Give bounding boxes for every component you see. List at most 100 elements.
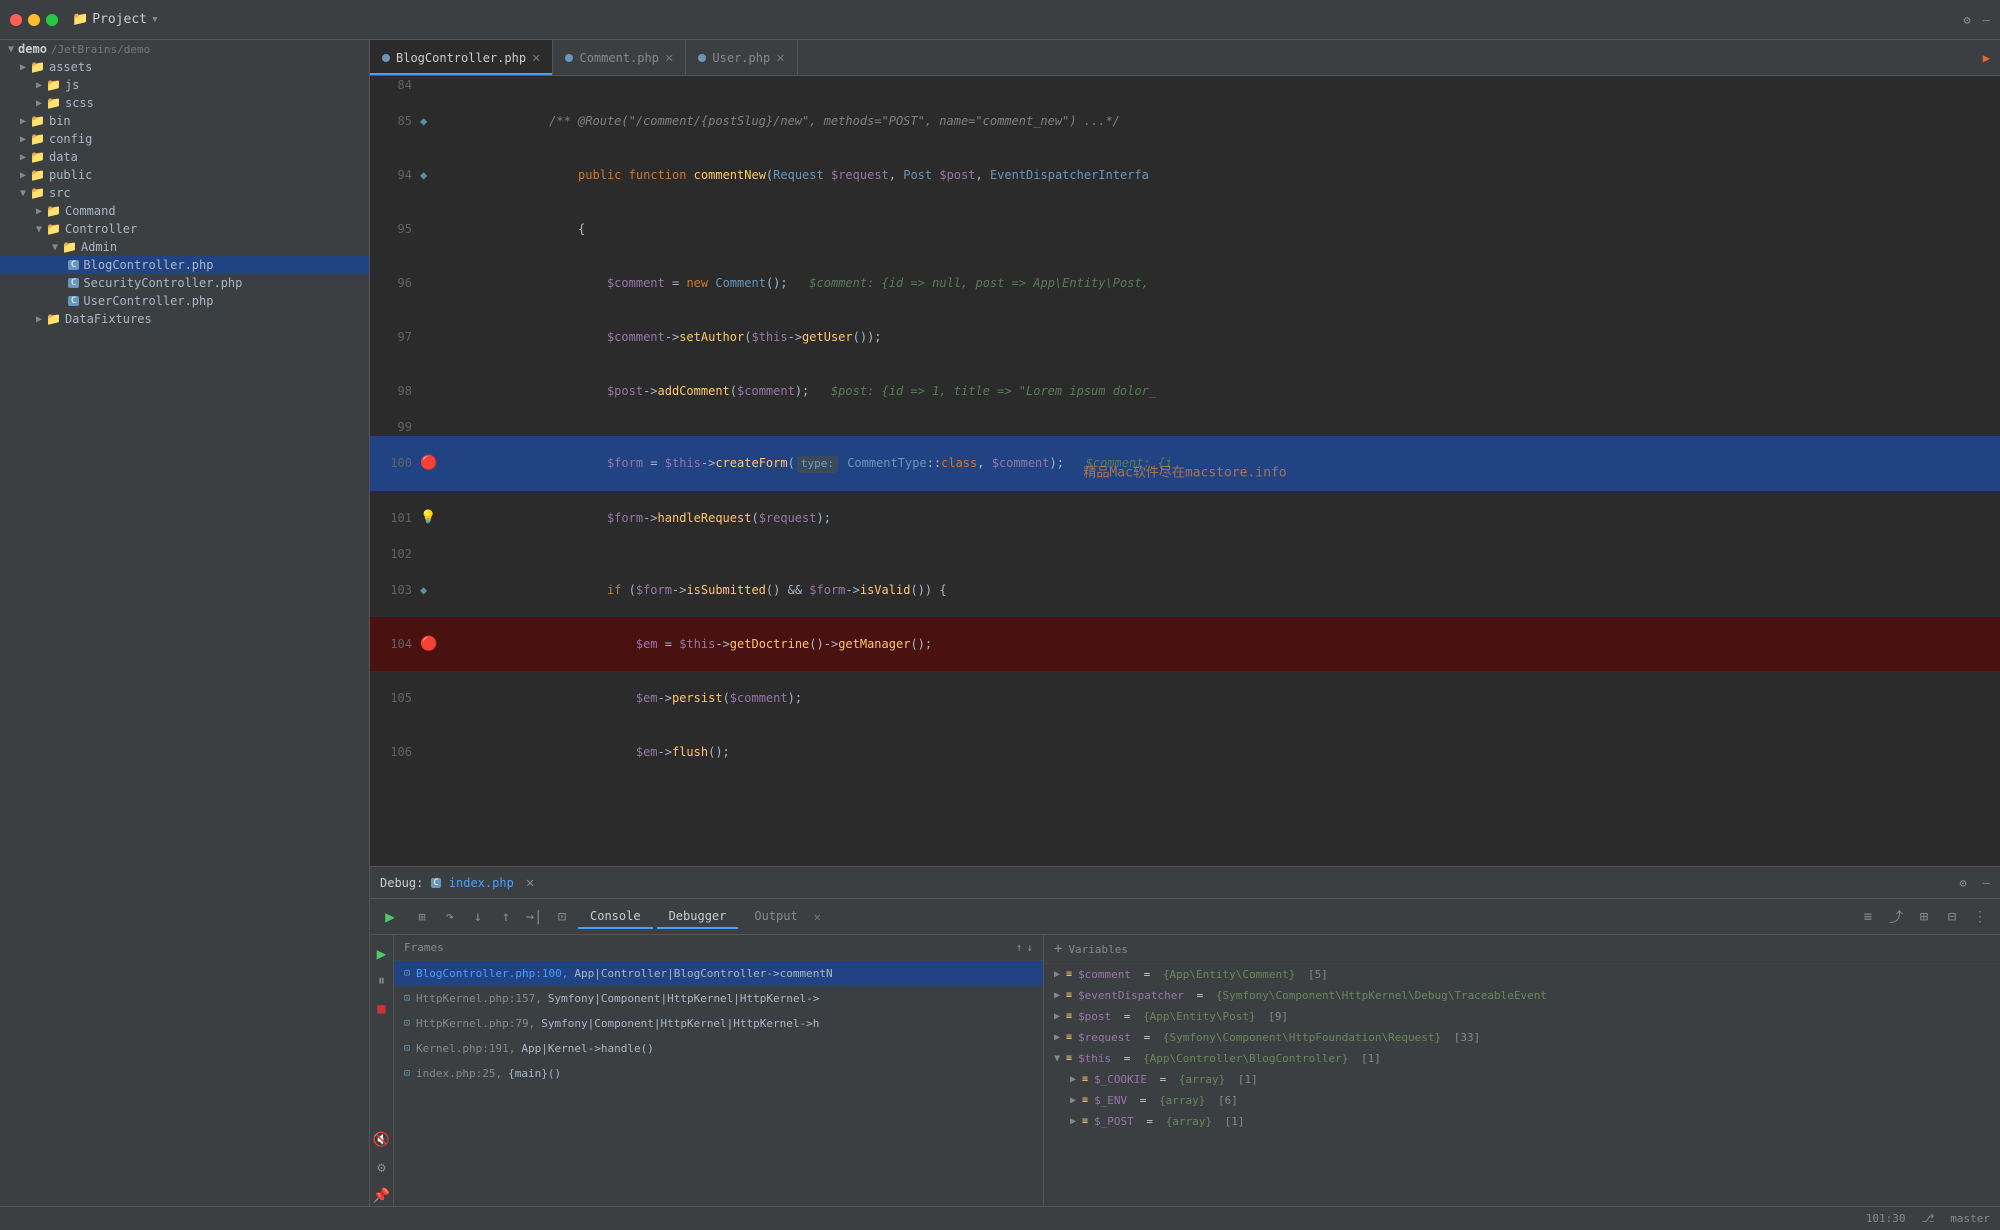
code-content: $em->persist($comment); — [440, 671, 2000, 725]
resume-side-button[interactable]: ▶ — [372, 943, 392, 963]
sidebar-item-assets[interactable]: ▶ 📁 assets — [0, 58, 369, 76]
gutter: 💡 — [420, 491, 440, 545]
code-editor[interactable]: 精品Mac软件尽在macstore.info 84 85 ◆ /** @Rou — [370, 76, 2000, 866]
sidebar-item-controller[interactable]: ▼ 📁 Controller — [0, 220, 369, 238]
frames-down-icon[interactable]: ↓ — [1026, 941, 1033, 954]
line-number: 98 — [370, 364, 420, 418]
jump-icon[interactable]: ⤴ — [1884, 905, 1908, 929]
variable-item[interactable]: ▶ ≡ $eventDispatcher = {Symfony\Componen… — [1044, 985, 2000, 1006]
close-button[interactable] — [10, 14, 22, 26]
tab-close-icon[interactable]: ✕ — [532, 50, 540, 66]
sidebar-item-admin[interactable]: ▼ 📁 Admin — [0, 238, 369, 256]
frames-up-icon[interactable]: ↑ — [1016, 941, 1023, 954]
variable-item[interactable]: ▶ ≡ $comment = {App\Entity\Comment} [5] — [1044, 964, 2000, 985]
debug-right-actions: ≡ ⤴ ⊞ ⊟ ⋮ — [1856, 905, 1992, 929]
debug-tab-close-icon[interactable]: ✕ — [526, 875, 534, 891]
debug-minus-icon[interactable]: — — [1983, 876, 1990, 890]
debug-tab-output[interactable]: Output — [742, 905, 809, 929]
pin-side-icon[interactable]: 📌 — [372, 1186, 392, 1206]
step-over-button[interactable]: ↷ — [438, 905, 462, 929]
tab-bar: BlogController.php ✕ Comment.php ✕ User.… — [370, 40, 2000, 76]
filter-icon[interactable]: ≡ — [1856, 905, 1880, 929]
line-number: 97 — [370, 310, 420, 364]
minimize-button[interactable] — [28, 14, 40, 26]
sidebar-item-js[interactable]: ▶ 📁 js — [0, 76, 369, 94]
step-into-button[interactable]: ↓ — [466, 905, 490, 929]
maximize-button[interactable] — [46, 14, 58, 26]
output-tab-close[interactable]: ✕ — [814, 910, 821, 924]
sidebar-item-src[interactable]: ▼ 📁 src — [0, 184, 369, 202]
minimize-icon[interactable]: — — [1983, 13, 1990, 27]
sidebar-item-config[interactable]: ▶ 📁 config — [0, 130, 369, 148]
tab-label: Comment.php — [579, 51, 658, 65]
tab-user[interactable]: User.php ✕ — [686, 40, 797, 75]
sidebar-item-securitycontroller[interactable]: C SecurityController.php — [0, 274, 369, 292]
step-out-button[interactable]: ↑ — [494, 905, 518, 929]
sidebar-item-label: bin — [49, 114, 71, 128]
run-to-cursor-button[interactable]: →| — [522, 905, 546, 929]
tab-label: BlogController.php — [396, 51, 526, 65]
folder-icon: 📁 — [30, 132, 45, 146]
debug-tab-debugger[interactable]: Debugger — [657, 905, 739, 929]
resume-button[interactable]: ▶ — [378, 905, 402, 929]
sidebar-item-blogcontroller[interactable]: C BlogController.php — [0, 256, 369, 274]
frame-item[interactable]: ⊡ BlogController.php:100, App|Controller… — [394, 961, 1043, 986]
frame-item[interactable]: ⊡ HttpKernel.php:157, Symfony|Component|… — [394, 986, 1043, 1011]
php-file-icon: C — [68, 260, 79, 270]
frame-item[interactable]: ⊡ index.php:25, {main}() — [394, 1061, 1043, 1086]
tab-comment[interactable]: Comment.php ✕ — [553, 40, 686, 75]
sidebar-item-data[interactable]: ▶ 📁 data — [0, 148, 369, 166]
add-watch-icon[interactable]: + — [1054, 941, 1062, 957]
sidebar-root[interactable]: ▼ demo /JetBrains/demo — [0, 40, 369, 58]
php-file-icon: C — [68, 296, 79, 306]
variable-item[interactable]: ▶ ≡ $_POST = {array} [1] — [1044, 1111, 2000, 1132]
folder-icon: 📁 — [62, 240, 77, 254]
var-name: $_COOKIE — [1094, 1073, 1147, 1086]
frame-item[interactable]: ⊡ Kernel.php:191, App|Kernel->handle() — [394, 1036, 1043, 1061]
variable-item[interactable]: ▶ ≡ $this = {App\Controller\BlogControll… — [1044, 1048, 2000, 1069]
settings-side-icon[interactable]: ⚙ — [372, 1158, 392, 1178]
variable-item[interactable]: ▶ ≡ $_ENV = {array} [6] — [1044, 1090, 2000, 1111]
var-type-icon: ≡ — [1082, 1116, 1088, 1127]
debug-left-bar: ▶ ⏸ ■ 🔇 ⚙ 📌 — [370, 935, 394, 1206]
pause-button[interactable]: ⏸ — [372, 971, 392, 991]
evaluate-button[interactable]: ⊡ — [550, 905, 574, 929]
variable-item[interactable]: ▶ ≡ $request = {Symfony\Component\HttpFo… — [1044, 1027, 2000, 1048]
line-number: 95 — [370, 202, 420, 256]
mute-icon[interactable]: 🔇 — [372, 1130, 392, 1150]
folder-icon: 📁 — [30, 150, 45, 164]
var-name: $request — [1078, 1031, 1131, 1044]
tab-blogcontroller[interactable]: BlogController.php ✕ — [370, 40, 553, 75]
tab-close-icon[interactable]: ✕ — [776, 50, 784, 66]
debug-file-link[interactable]: index.php — [449, 876, 514, 890]
sidebar-item-label: Controller — [65, 222, 137, 236]
settings-icon[interactable]: ⚙ — [1964, 13, 1971, 27]
sidebar-item-scss[interactable]: ▶ 📁 scss — [0, 94, 369, 112]
more-icon[interactable]: ⋮ — [1968, 905, 1992, 929]
variable-item[interactable]: ▶ ≡ $post = {App\Entity\Post} [9] — [1044, 1006, 2000, 1027]
sidebar-item-bin[interactable]: ▶ 📁 bin — [0, 112, 369, 130]
pin-icon[interactable]: ⊞ — [1912, 905, 1936, 929]
sidebar-item-datafixtures[interactable]: ▶ 📁 DataFixtures — [0, 310, 369, 328]
code-content: $comment = new Comment(); $comment: {id … — [440, 256, 2000, 310]
table-row: 100 🔴 $form = $this->createForm(type: Co… — [370, 436, 2000, 491]
arrange-icon[interactable]: ⊟ — [1940, 905, 1964, 929]
debug-settings-icon[interactable]: ⚙ — [1960, 876, 1967, 890]
var-type-icon: ≡ — [1066, 990, 1072, 1001]
sidebar-item-public[interactable]: ▶ 📁 public — [0, 166, 369, 184]
table-row: 96 $comment = new Comment(); $comment: {… — [370, 256, 2000, 310]
stop-button[interactable]: ■ — [372, 999, 392, 1019]
frame-item[interactable]: ⊡ HttpKernel.php:79, Symfony|Component|H… — [394, 1011, 1043, 1036]
sidebar-item-usercontroller[interactable]: C UserController.php — [0, 292, 369, 310]
sidebar-item-label: data — [49, 150, 78, 164]
chevron-down-icon[interactable]: ▾ — [151, 12, 159, 27]
line-number: 84 — [370, 76, 420, 94]
tab-close-icon[interactable]: ✕ — [665, 50, 673, 66]
debug-label: Debug: — [380, 876, 423, 890]
gutter — [420, 310, 440, 364]
var-type-icon: ≡ — [1066, 1053, 1072, 1064]
variable-item[interactable]: ▶ ≡ $_COOKIE = {array} [1] — [1044, 1069, 2000, 1090]
sidebar-item-command[interactable]: ▶ 📁 Command — [0, 202, 369, 220]
code-content: $em = $this->getDoctrine()->getManager()… — [440, 617, 2000, 671]
debug-tab-console[interactable]: Console — [578, 905, 653, 929]
